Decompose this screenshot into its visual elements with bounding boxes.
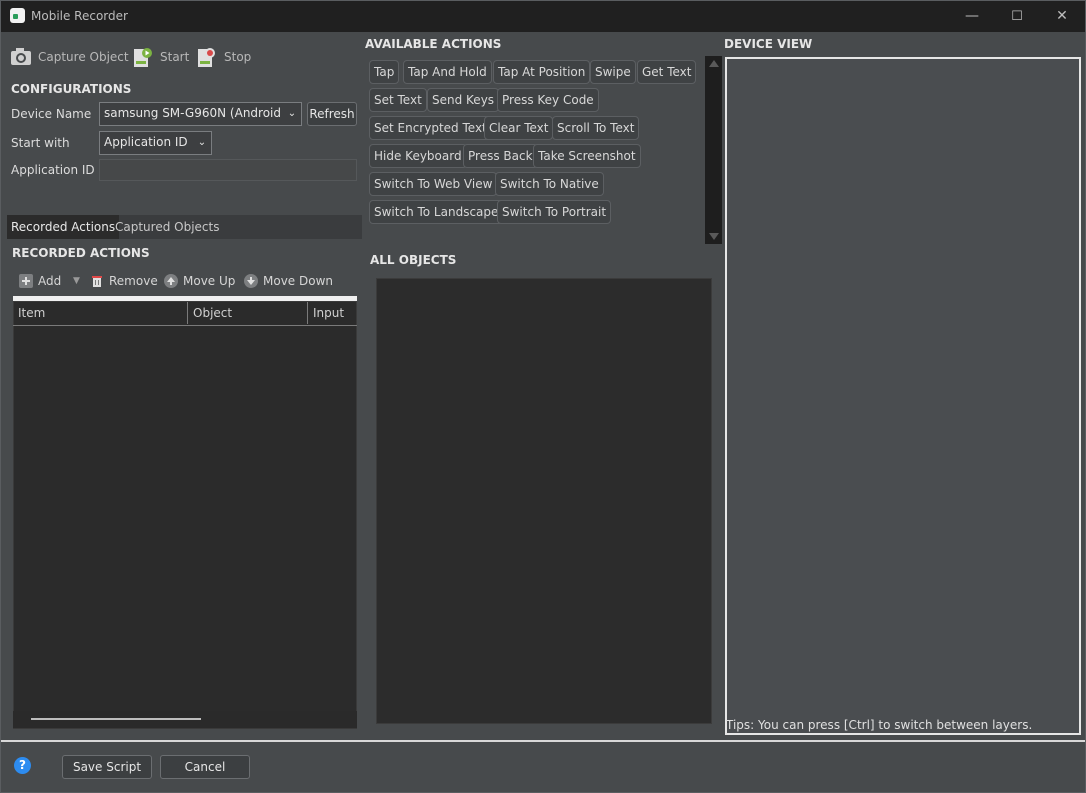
scrollbar-thumb[interactable]	[31, 718, 201, 720]
action-hide-keyboard[interactable]: Hide Keyboard	[369, 144, 467, 168]
minimize-button[interactable]: —	[949, 1, 995, 32]
action-press-back[interactable]: Press Back	[463, 144, 538, 168]
recorded-actions-table[interactable]	[13, 301, 357, 729]
scroll-down-icon[interactable]	[709, 233, 719, 240]
actions-scrollbar[interactable]	[705, 56, 722, 244]
start-with-value: Application ID	[104, 135, 188, 149]
available-actions-heading: AVAILABLE ACTIONS	[365, 37, 502, 51]
add-label: Add	[38, 274, 62, 288]
refresh-button[interactable]: Refresh	[307, 102, 357, 126]
mobile-recorder-window: Mobile Recorder — ☐ ✕ Capture Object Sta…	[0, 0, 1086, 793]
all-objects-tree[interactable]	[376, 278, 712, 724]
table-header: Item Object Input	[13, 302, 357, 326]
action-send-keys[interactable]: Send Keys	[427, 88, 500, 112]
action-scroll-to-text[interactable]: Scroll To Text	[552, 116, 640, 140]
capture-object-label: Capture Object	[38, 50, 129, 64]
dropdown-arrow-icon[interactable]: ▼	[73, 271, 80, 291]
tab-recorded-actions[interactable]: Recorded Actions	[7, 215, 120, 239]
action-set-text[interactable]: Set Text	[369, 88, 427, 112]
action-press-key-code[interactable]: Press Key Code	[497, 88, 599, 112]
chevron-down-icon: ⌄	[283, 103, 301, 125]
recorded-actions-heading: RECORDED ACTIONS	[12, 246, 150, 260]
start-button[interactable]: Start	[132, 45, 189, 69]
stop-label: Stop	[224, 50, 252, 64]
move-down-button[interactable]: Move Down	[244, 271, 333, 291]
device-name-label: Device Name	[11, 107, 92, 121]
device-name-value: samsung SM-G960N (Android 10)	[104, 106, 302, 120]
device-name-select[interactable]: samsung SM-G960N (Android 10) ⌄	[99, 102, 302, 126]
start-record-icon	[132, 46, 154, 68]
action-tap[interactable]: Tap	[369, 60, 400, 84]
close-button[interactable]: ✕	[1039, 1, 1085, 32]
device-view-canvas[interactable]	[725, 57, 1081, 735]
action-switch-to-native[interactable]: Switch To Native	[495, 172, 604, 196]
action-switch-to-web-view[interactable]: Switch To Web View	[369, 172, 498, 196]
arrow-up-icon	[164, 274, 178, 288]
configurations-heading: CONFIGURATIONS	[11, 82, 132, 96]
move-up-button[interactable]: Move Up	[164, 271, 235, 291]
cancel-button[interactable]: Cancel	[160, 755, 250, 779]
help-icon[interactable]: ?	[14, 757, 31, 774]
action-get-text[interactable]: Get Text	[637, 60, 697, 84]
add-icon	[19, 274, 33, 288]
action-switch-to-landscape[interactable]: Switch To Landscape	[369, 200, 504, 224]
title-bar: Mobile Recorder — ☐ ✕	[1, 1, 1085, 32]
remove-label: Remove	[109, 274, 158, 288]
move-down-label: Move Down	[263, 274, 333, 288]
application-id-input[interactable]	[99, 159, 357, 181]
application-id-label: Application ID	[11, 163, 95, 177]
move-up-label: Move Up	[183, 274, 236, 288]
column-header-object[interactable]: Object	[188, 302, 308, 324]
trash-icon	[90, 274, 104, 288]
all-objects-heading: ALL OBJECTS	[370, 253, 457, 267]
capture-object-button[interactable]: Capture Object	[10, 45, 129, 69]
scroll-up-icon[interactable]	[709, 60, 719, 67]
horizontal-scrollbar[interactable]	[13, 711, 357, 728]
action-tap-at-position[interactable]: Tap At Position	[493, 60, 591, 84]
save-script-button[interactable]: Save Script	[62, 755, 152, 779]
action-tap-and-hold[interactable]: Tap And Hold	[403, 60, 492, 84]
window-title: Mobile Recorder	[31, 9, 128, 23]
left-tab-bar: Recorded Actions Captured Objects	[7, 215, 362, 239]
device-view-tip: Tips: You can press [Ctrl] to switch bet…	[726, 718, 1033, 732]
camera-icon	[10, 46, 32, 68]
chevron-down-icon: ⌄	[193, 132, 211, 154]
action-clear-text[interactable]: Clear Text	[484, 116, 554, 140]
stop-button[interactable]: Stop	[196, 45, 251, 69]
action-set-encrypted-text[interactable]: Set Encrypted Text	[369, 116, 492, 140]
maximize-button[interactable]: ☐	[994, 1, 1040, 32]
column-header-input[interactable]: Input	[308, 302, 357, 324]
remove-button[interactable]: Remove	[90, 271, 158, 291]
action-take-screenshot[interactable]: Take Screenshot	[533, 144, 641, 168]
stop-record-icon	[196, 46, 218, 68]
start-label: Start	[160, 50, 190, 64]
start-with-select[interactable]: Application ID ⌄	[99, 131, 212, 155]
start-with-label: Start with	[11, 136, 70, 150]
device-view-heading: DEVICE VIEW	[724, 37, 813, 51]
column-header-item[interactable]: Item	[13, 302, 188, 324]
action-swipe[interactable]: Swipe	[590, 60, 636, 84]
footer-separator	[1, 740, 1085, 742]
add-button[interactable]: Add	[19, 271, 61, 291]
action-switch-to-portrait[interactable]: Switch To Portrait	[497, 200, 612, 224]
tab-captured-objects[interactable]: Captured Objects	[111, 215, 223, 239]
app-icon	[10, 8, 25, 23]
arrow-down-icon	[244, 274, 258, 288]
